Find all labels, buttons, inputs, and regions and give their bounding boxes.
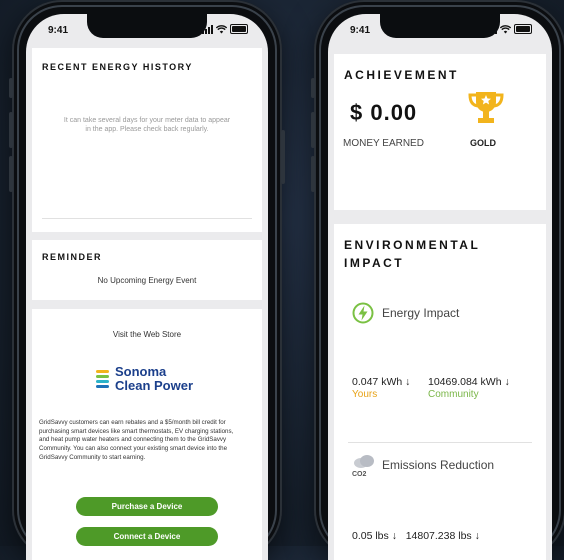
energy-history-title: RECENT ENERGY HISTORY [42,62,193,72]
lightning-bolt-icon [352,302,374,324]
status-time: 9:41 [48,25,69,36]
mute-switch [311,78,315,98]
energy-history-message: It can take several days for your meter … [63,117,231,134]
yours-label: Yours [352,389,378,400]
phone-right: 9:41 ACHIEVEMENT $ 0.00 MONEY EARNED GOL… [311,0,564,560]
screen-right: 9:41 ACHIEVEMENT $ 0.00 MONEY EARNED GOL… [328,14,552,560]
battery-icon [514,24,532,34]
achievement-card: ACHIEVEMENT $ 0.00 MONEY EARNED GOLD [334,54,546,210]
trophy-icon [468,92,504,123]
volume-up-button [311,112,315,148]
web-store-card: Visit the Web Store Sonoma Clean Power G… [32,309,262,560]
screen-left: 9:41 RECENT ENERGY HISTORY It can take s… [26,14,268,560]
sonoma-clean-power-logo: Sonoma Clean Power [96,365,193,393]
emissions-reduction-label: Emissions Reduction [382,458,495,472]
mute-switch [9,78,13,98]
environmental-impact-title: ENVIRONMENTAL IMPACT [344,236,480,272]
battery-icon [230,24,248,34]
volume-down-button [9,156,13,192]
volume-down-button [311,156,315,192]
reminder-title: REMINDER [42,252,103,262]
logo-text-line1: Sonoma [115,364,167,379]
wifi-icon [500,24,511,33]
logo-stripes-icon [96,370,109,388]
status-icons [202,24,248,34]
status-time: 9:41 [350,25,371,36]
volume-up-button [9,112,13,148]
divider [42,218,252,219]
energy-history-card: RECENT ENERGY HISTORY It can take severa… [32,48,262,232]
reminder-text: No Upcoming Energy Event [97,276,197,285]
money-earned-value: $ 0.00 [350,100,418,125]
co2-text: CO2 [352,471,367,478]
community-label: Community [428,389,479,400]
reminder-card: REMINDER No Upcoming Energy Event [32,240,262,300]
achievement-title: ACHIEVEMENT [344,68,459,82]
money-earned-label: MONEY EARNED [343,138,424,149]
logo-text-line2: Clean Power [115,378,194,393]
web-store-heading: Visit the Web Store [112,330,182,339]
purchase-device-button[interactable]: Purchase a Device [76,497,218,516]
energy-impact-label: Energy Impact [382,306,460,320]
emissions-values-partial: 0.05 lbs ↓ 14807.238 lbs ↓ [352,530,480,542]
community-energy-value: 10469.084 kWh ↓ [428,376,510,388]
environmental-impact-title-line1: ENVIRONMENTAL [344,238,481,252]
notch [380,14,500,38]
environmental-impact-title-line2: IMPACT [344,256,405,270]
power-button [281,130,285,184]
wifi-icon [216,24,227,33]
environmental-impact-card: ENVIRONMENTAL IMPACT Energy Impact 0.047… [334,224,546,560]
co2-cloud-icon: CO2 [352,454,376,478]
connect-device-button[interactable]: Connect a Device [76,527,218,546]
tier-label: GOLD [470,138,496,148]
divider [348,442,532,443]
phone-left: 9:41 RECENT ENERGY HISTORY It can take s… [9,0,285,560]
notch [87,14,207,38]
yours-energy-value: 0.047 kWh ↓ [352,376,411,388]
web-store-description: GridSavvy customers can earn rebates and… [39,419,234,461]
